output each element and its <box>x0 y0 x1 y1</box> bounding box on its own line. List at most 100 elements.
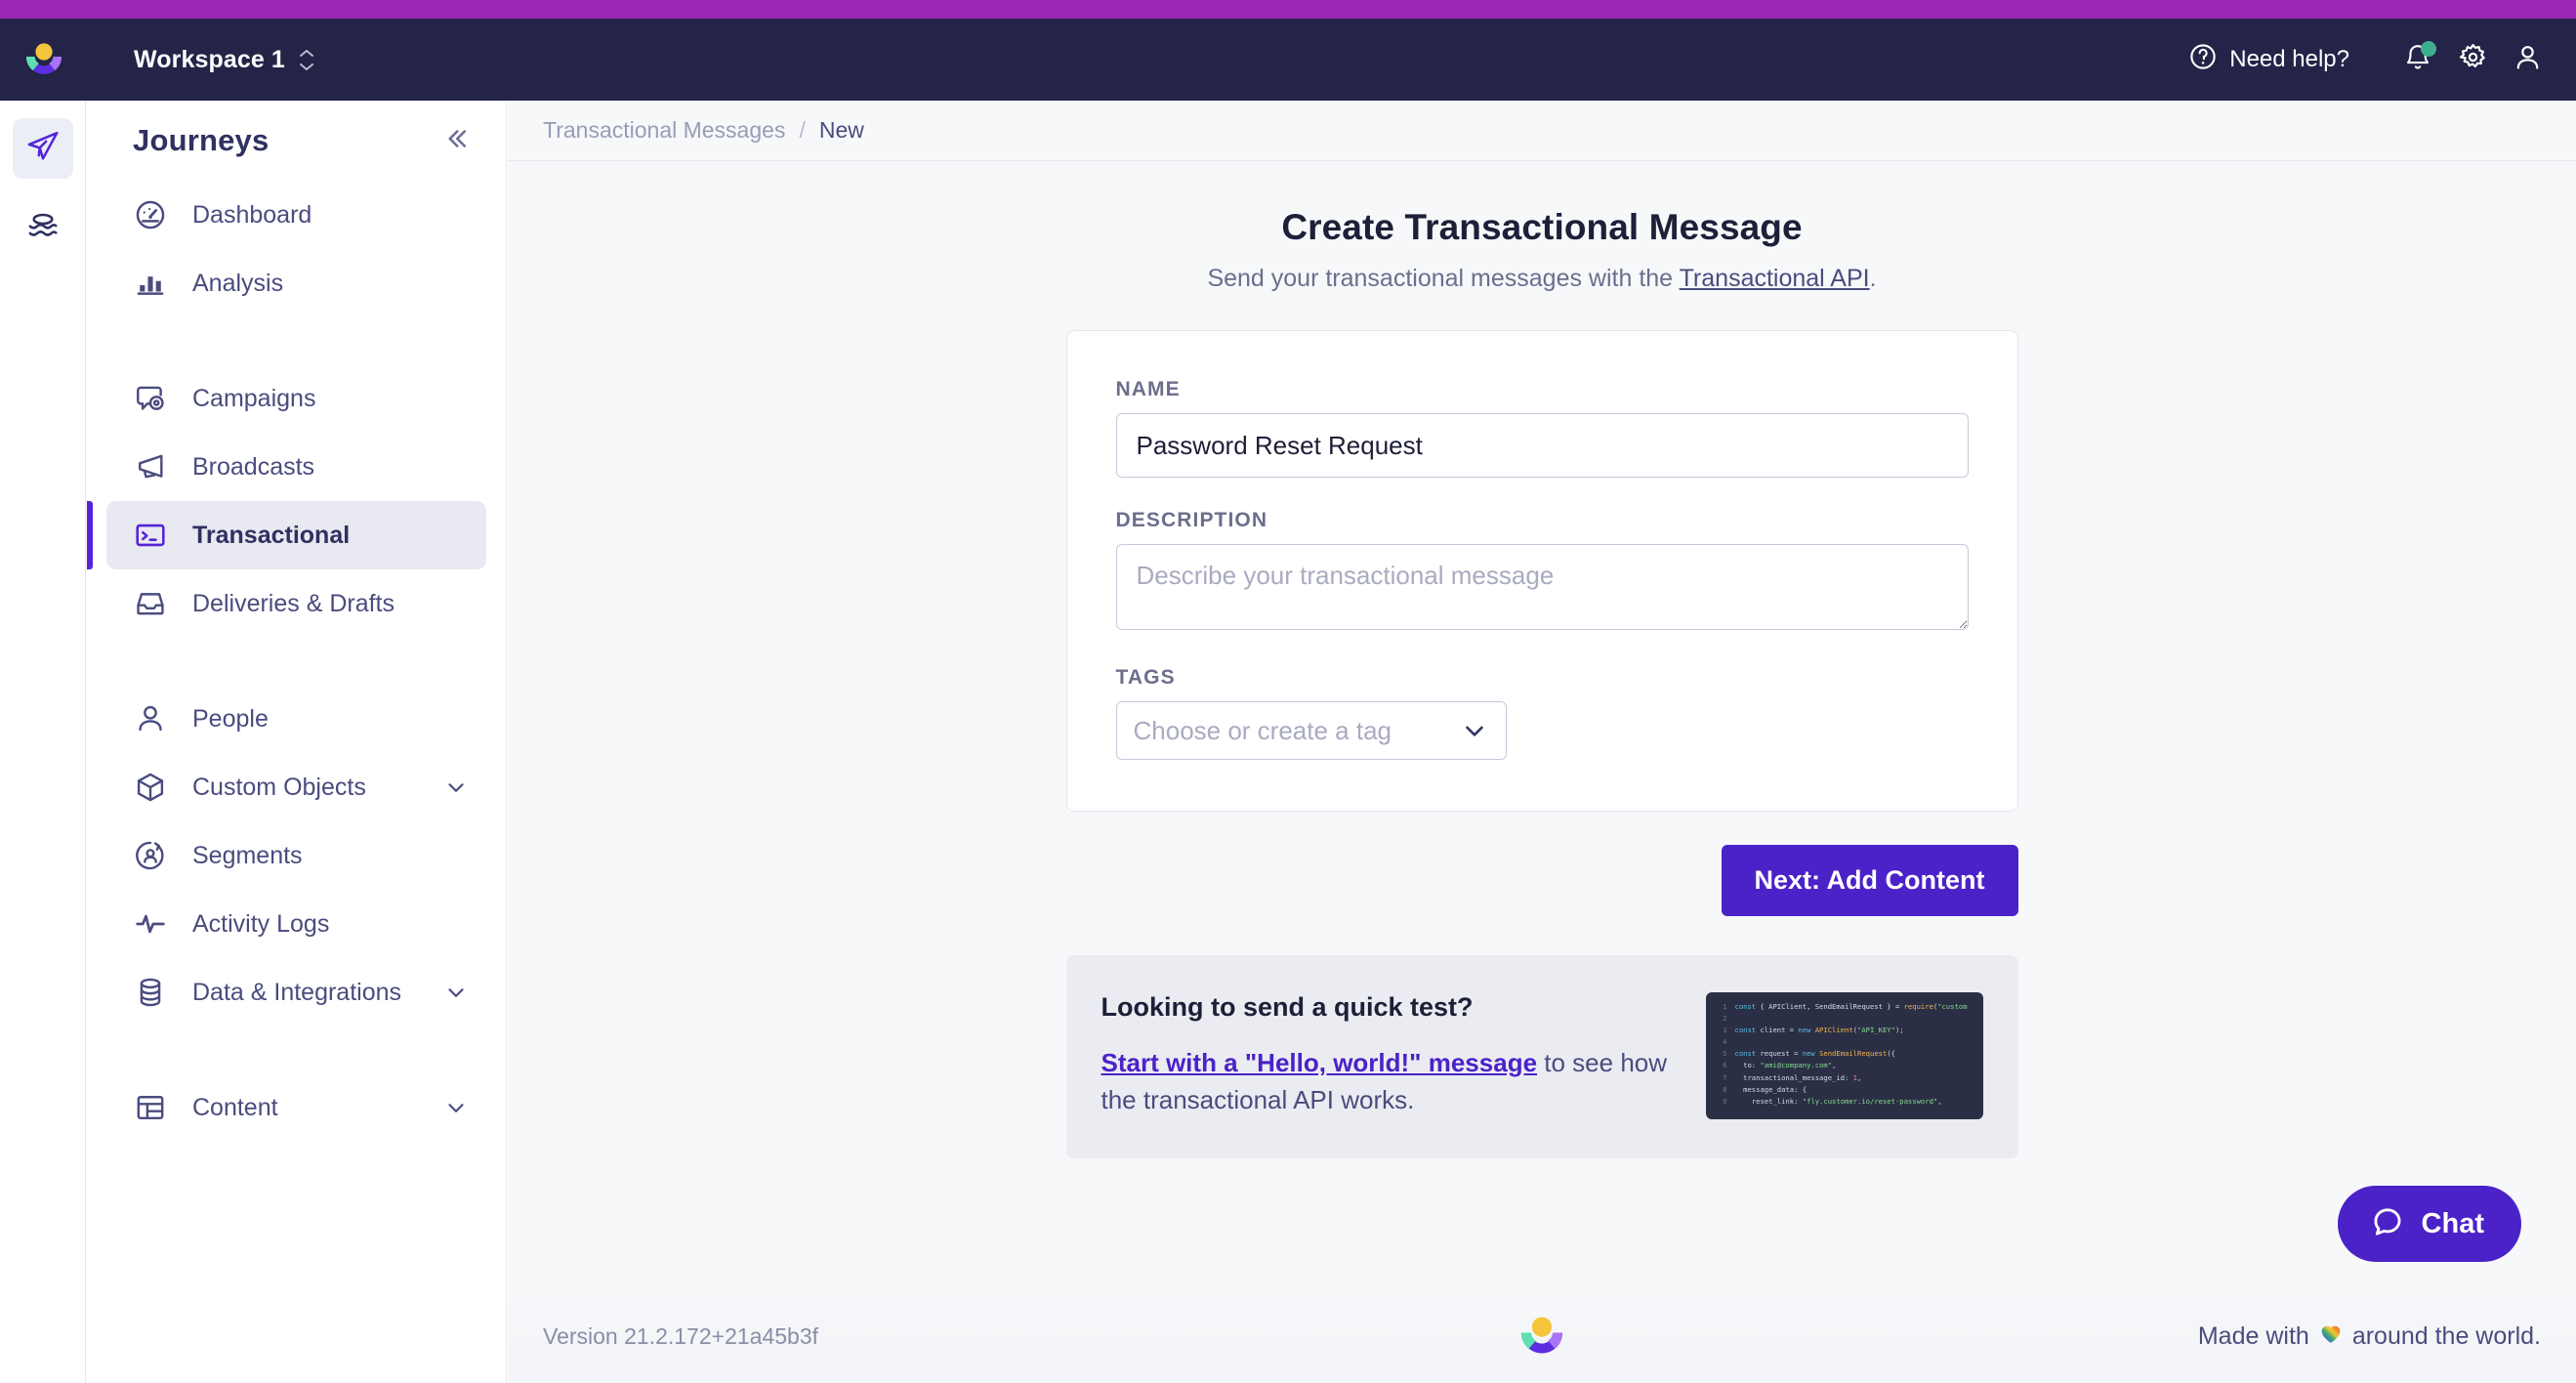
version-text: Version 21.2.172+21a45b3f <box>543 1322 818 1349</box>
breadcrumb-separator: / <box>799 117 806 143</box>
sidebar-item-label: Analysis <box>192 269 284 297</box>
hello-world-link[interactable]: Start with a "Hello, world!" message <box>1101 1048 1538 1077</box>
code-line-number: 8 <box>1723 1084 1727 1094</box>
code-token: reset_link: <box>1734 1096 1803 1106</box>
code-line: 5 const request = new SendEmailRequest({ <box>1712 1048 1975 1060</box>
sidebar-title: Journeys <box>133 123 270 157</box>
breadcrumb-parent[interactable]: Transactional Messages <box>543 117 785 144</box>
sidebar-item-activity-logs[interactable]: Activity Logs <box>106 890 486 958</box>
quick-test-body: Start with a "Hello, world!" message to … <box>1101 1044 1686 1118</box>
breadcrumb: Transactional Messages / New <box>508 101 2576 161</box>
account-button[interactable] <box>2500 32 2555 87</box>
chat-label: Chat <box>2421 1207 2484 1239</box>
sidebar-item-label: People <box>192 704 269 733</box>
campaign-bubble-icon <box>133 381 168 416</box>
chevron-down-icon[interactable] <box>443 980 469 1005</box>
next-add-content-button[interactable]: Next: Add Content <box>1721 845 2018 916</box>
journeys-paper-plane-icon <box>25 129 61 169</box>
workspace-switcher[interactable]: Workspace 1 <box>134 46 314 74</box>
workspace-name: Workspace 1 <box>134 45 285 73</box>
database-icon <box>133 975 168 1010</box>
question-circle-icon <box>2188 42 2218 78</box>
product-rail <box>0 101 86 1383</box>
code-line: 7 transactional_message_id: 1, <box>1712 1072 1975 1084</box>
form-actions: Next: Add Content <box>1066 845 2018 916</box>
sidebar-divider-3 <box>87 1027 506 1073</box>
tags-select[interactable]: Choose or create a tag <box>1115 701 1507 760</box>
code-token: "ami@company.com" <box>1760 1061 1833 1070</box>
notifications-button[interactable] <box>2390 32 2445 87</box>
top-accent-strip <box>0 0 2576 19</box>
rail-item-data[interactable] <box>13 198 73 259</box>
sidebar-group-4: Content <box>87 1073 506 1142</box>
sidebar-item-label: Data & Integrations <box>192 978 402 1006</box>
code-token: SendEmailRequest <box>1819 1049 1888 1059</box>
code-token: const <box>1734 1026 1761 1035</box>
code-token: ); <box>1894 1026 1904 1035</box>
settings-button[interactable] <box>2445 32 2500 87</box>
rail-item-journeys[interactable] <box>12 118 73 179</box>
code-line-number: 1 <box>1723 1002 1727 1011</box>
code-token: require <box>1903 1002 1933 1011</box>
chevron-down-icon <box>1460 716 1489 745</box>
description-textarea[interactable] <box>1115 544 1969 630</box>
sidebar-header: Journeys <box>87 101 506 181</box>
page-subtitle: Send your transactional messages with th… <box>508 265 2576 293</box>
code-token: new <box>1798 1026 1815 1035</box>
sidebar-group-3: People Custom Objects Segments Activity … <box>87 685 506 1027</box>
sidebar-collapse-button[interactable] <box>441 124 471 158</box>
layout-table-icon <box>133 1090 168 1125</box>
sidebar-item-campaigns[interactable]: Campaigns <box>106 364 486 433</box>
code-token: ({ <box>1887 1049 1895 1059</box>
page-subtitle-prefix: Send your transactional messages with th… <box>1207 265 1680 292</box>
customerio-logo[interactable] <box>21 37 66 82</box>
name-input[interactable] <box>1115 413 1969 478</box>
code-line-number: 7 <box>1723 1072 1727 1082</box>
chevron-down-icon[interactable] <box>443 1095 469 1120</box>
made-prefix: Made with <box>2197 1321 2309 1350</box>
code-token: APIClient <box>1814 1026 1853 1035</box>
sidebar-group-1: Dashboard Analysis <box>87 181 506 317</box>
code-line: 8 message_data: { <box>1712 1084 1975 1096</box>
rainbow-heart-icon <box>2318 1320 2344 1353</box>
chat-button[interactable]: Chat <box>2337 1186 2521 1262</box>
sidebar-item-analysis[interactable]: Analysis <box>106 249 486 317</box>
sidebar-item-transactional[interactable]: Transactional <box>87 501 486 569</box>
page-header: Create Transactional Message Send your t… <box>508 161 2576 293</box>
code-line: 4 <box>1712 1036 1975 1048</box>
code-line: 9 reset_link: "fly.customer.io/reset-pas… <box>1712 1096 1975 1108</box>
user-account-icon <box>2513 42 2543 77</box>
cube-icon <box>133 770 168 805</box>
sidebar-group-2: Campaigns Broadcasts Transactional Deliv… <box>87 364 506 638</box>
megaphone-icon <box>133 449 168 484</box>
code-token: message_data: { <box>1734 1084 1807 1094</box>
page-title: Create Transactional Message <box>1281 207 1803 247</box>
code-token: { APIClient, SendEmailRequest } = <box>1760 1002 1904 1011</box>
code-token: , <box>1832 1061 1837 1070</box>
sidebar-item-dashboard[interactable]: Dashboard <box>106 181 486 249</box>
sidebar-item-deliveries-drafts[interactable]: Deliveries & Drafts <box>106 569 486 638</box>
code-token: new <box>1802 1049 1820 1059</box>
sidebar-item-people[interactable]: People <box>106 685 486 753</box>
sidebar-item-broadcasts[interactable]: Broadcasts <box>106 433 486 501</box>
sidebar-item-content[interactable]: Content <box>106 1073 486 1142</box>
tags-placeholder: Choose or create a tag <box>1133 715 1392 745</box>
sidebar-item-data-integrations[interactable]: Data & Integrations <box>106 958 486 1027</box>
code-line-number: 9 <box>1723 1096 1727 1106</box>
code-token: , <box>1937 1096 1942 1106</box>
sidebar-item-label: Content <box>192 1093 278 1121</box>
sidebar-item-segments[interactable]: Segments <box>106 821 486 890</box>
chevron-down-icon[interactable] <box>443 775 469 800</box>
settings-gear-icon <box>2458 42 2488 77</box>
sidebar-item-custom-objects[interactable]: Custom Objects <box>106 753 486 821</box>
need-help-button[interactable]: Need help? <box>2188 42 2349 78</box>
description-field-block: DESCRIPTION <box>1115 509 1969 635</box>
data-layers-icon <box>25 209 61 249</box>
navigation-sidebar: Journeys Dashboard Analysis Campaigns Br… <box>87 101 507 1383</box>
sidebar-item-label: Transactional <box>192 521 351 549</box>
need-help-label: Need help? <box>2229 46 2349 72</box>
code-token: , <box>1857 1072 1862 1082</box>
transactional-api-link[interactable]: Transactional API <box>1680 265 1870 292</box>
quick-test-title: Looking to send a quick test? <box>1101 992 1474 1022</box>
code-token: "fly.customer.io/reset-password" <box>1802 1096 1938 1106</box>
